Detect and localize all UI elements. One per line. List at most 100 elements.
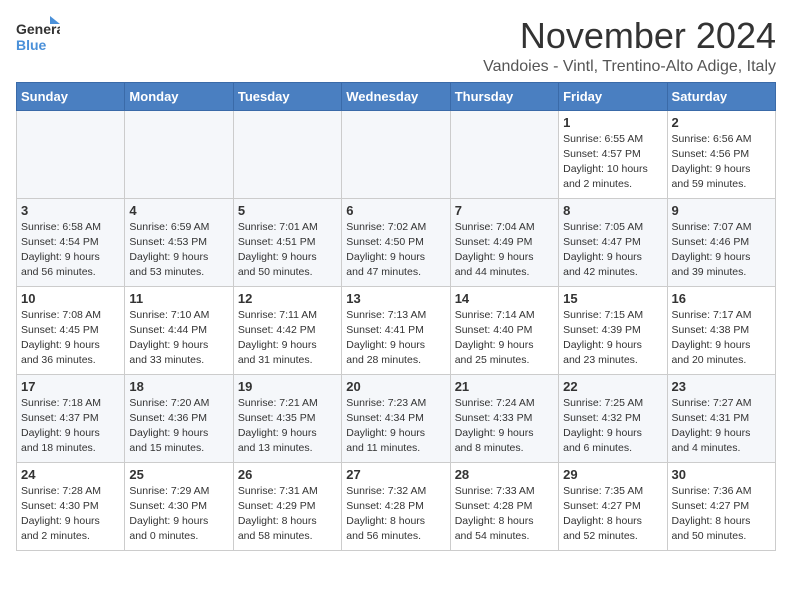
calendar-cell: 25Sunrise: 7:29 AMSunset: 4:30 PMDayligh… [125, 462, 233, 550]
day-info: Sunrise: 7:17 AMSunset: 4:38 PMDaylight:… [672, 308, 771, 369]
day-info: Sunrise: 7:35 AMSunset: 4:27 PMDaylight:… [563, 484, 662, 545]
day-number: 14 [455, 291, 554, 306]
calendar-cell: 8 Sunrise: 7:05 AMSunset: 4:47 PMDaylight… [559, 198, 667, 286]
calendar-cell: 20 Sunrise: 7:23 AMSunset: 4:34 PMDayligh… [342, 374, 450, 462]
logo: General Blue [16, 16, 60, 56]
day-info: Sunrise: 7:24 AMSunset: 4:33 PMDaylight:… [455, 396, 554, 457]
day-info: Sunrise: 7:36 AMSunset: 4:27 PMDaylight:… [672, 484, 771, 545]
calendar: SundayMondayTuesdayWednesdayThursdayFrid… [16, 82, 776, 551]
weekday-header: Thursday [450, 82, 558, 110]
day-number: 28 [455, 467, 554, 482]
calendar-cell: 7 Sunrise: 7:04 AMSunset: 4:49 PMDaylight… [450, 198, 558, 286]
weekday-header: Saturday [667, 82, 775, 110]
calendar-cell: 30 Sunrise: 7:36 AMSunset: 4:27 PMDayligh… [667, 462, 775, 550]
day-number: 13 [346, 291, 445, 306]
day-number: 8 [563, 203, 662, 218]
calendar-cell: 16 Sunrise: 7:17 AMSunset: 4:38 PMDayligh… [667, 286, 775, 374]
day-number: 26 [238, 467, 337, 482]
calendar-cell: 13 Sunrise: 7:13 AMSunset: 4:41 PMDayligh… [342, 286, 450, 374]
calendar-cell: 3 Sunrise: 6:58 AMSunset: 4:54 PMDaylight… [17, 198, 125, 286]
day-number: 7 [455, 203, 554, 218]
day-number: 24 [21, 467, 120, 482]
calendar-cell: 11 Sunrise: 7:10 AMSunset: 4:44 PMDayligh… [125, 286, 233, 374]
calendar-cell: 18 Sunrise: 7:20 AMSunset: 4:36 PMDayligh… [125, 374, 233, 462]
day-number: 4 [129, 203, 228, 218]
calendar-cell: 14 Sunrise: 7:14 AMSunset: 4:40 PMDayligh… [450, 286, 558, 374]
day-info: Sunrise: 7:28 AMSunset: 4:30 PMDaylight:… [21, 484, 120, 545]
day-info: Sunrise: 7:05 AMSunset: 4:47 PMDaylight:… [563, 220, 662, 281]
title-section: November 2024 Vandoies - Vintl, Trentino… [483, 16, 776, 76]
calendar-cell: 17 Sunrise: 7:18 AMSunset: 4:37 PMDayligh… [17, 374, 125, 462]
day-info: Sunrise: 7:08 AMSunset: 4:45 PMDaylight:… [21, 308, 120, 369]
day-number: 15 [563, 291, 662, 306]
day-number: 22 [563, 379, 662, 394]
month-title: November 2024 [483, 16, 776, 56]
day-info: Sunrise: 7:11 AMSunset: 4:42 PMDaylight:… [238, 308, 337, 369]
day-number: 11 [129, 291, 228, 306]
calendar-cell: 10 Sunrise: 7:08 AMSunset: 4:45 PMDayligh… [17, 286, 125, 374]
day-info: Sunrise: 7:23 AMSunset: 4:34 PMDaylight:… [346, 396, 445, 457]
day-number: 19 [238, 379, 337, 394]
calendar-cell [125, 110, 233, 198]
calendar-cell: 24 Sunrise: 7:28 AMSunset: 4:30 PMDayligh… [17, 462, 125, 550]
location-subtitle: Vandoies - Vintl, Trentino-Alto Adige, I… [483, 58, 776, 76]
day-number: 29 [563, 467, 662, 482]
day-info: Sunrise: 7:15 AMSunset: 4:39 PMDaylight:… [563, 308, 662, 369]
day-number: 5 [238, 203, 337, 218]
day-number: 25 [129, 467, 228, 482]
calendar-cell: 28 Sunrise: 7:33 AMSunset: 4:28 PMDayligh… [450, 462, 558, 550]
calendar-cell: 1Sunrise: 6:55 AMSunset: 4:57 PMDaylight… [559, 110, 667, 198]
calendar-cell [233, 110, 341, 198]
day-info: Sunrise: 7:32 AMSunset: 4:28 PMDaylight:… [346, 484, 445, 545]
day-info: Sunrise: 7:27 AMSunset: 4:31 PMDaylight:… [672, 396, 771, 457]
day-info: Sunrise: 7:10 AMSunset: 4:44 PMDaylight:… [129, 308, 228, 369]
weekday-header: Monday [125, 82, 233, 110]
day-number: 6 [346, 203, 445, 218]
calendar-cell: 21 Sunrise: 7:24 AMSunset: 4:33 PMDayligh… [450, 374, 558, 462]
day-number: 20 [346, 379, 445, 394]
day-info: Sunrise: 6:58 AMSunset: 4:54 PMDaylight:… [21, 220, 120, 281]
day-number: 9 [672, 203, 771, 218]
day-info: Sunrise: 7:33 AMSunset: 4:28 PMDaylight:… [455, 484, 554, 545]
day-number: 21 [455, 379, 554, 394]
day-info: Sunrise: 7:14 AMSunset: 4:40 PMDaylight:… [455, 308, 554, 369]
day-info: Sunrise: 6:59 AMSunset: 4:53 PMDaylight:… [129, 220, 228, 281]
calendar-cell: 29 Sunrise: 7:35 AMSunset: 4:27 PMDayligh… [559, 462, 667, 550]
logo-icon: General Blue [16, 16, 60, 56]
day-number: 1 [563, 115, 662, 130]
calendar-cell [342, 110, 450, 198]
day-number: 23 [672, 379, 771, 394]
day-number: 18 [129, 379, 228, 394]
calendar-cell: 9 Sunrise: 7:07 AMSunset: 4:46 PMDaylight… [667, 198, 775, 286]
day-number: 10 [21, 291, 120, 306]
day-number: 16 [672, 291, 771, 306]
day-number: 17 [21, 379, 120, 394]
day-info: Sunrise: 7:31 AMSunset: 4:29 PMDaylight:… [238, 484, 337, 545]
day-info: Sunrise: 7:04 AMSunset: 4:49 PMDaylight:… [455, 220, 554, 281]
calendar-cell: 27 Sunrise: 7:32 AMSunset: 4:28 PMDayligh… [342, 462, 450, 550]
calendar-cell: 23 Sunrise: 7:27 AMSunset: 4:31 PMDayligh… [667, 374, 775, 462]
calendar-cell: 2Sunrise: 6:56 AMSunset: 4:56 PMDaylight… [667, 110, 775, 198]
weekday-header: Tuesday [233, 82, 341, 110]
weekday-header: Wednesday [342, 82, 450, 110]
day-number: 27 [346, 467, 445, 482]
day-info: Sunrise: 7:20 AMSunset: 4:36 PMDaylight:… [129, 396, 228, 457]
calendar-cell: 6 Sunrise: 7:02 AMSunset: 4:50 PMDaylight… [342, 198, 450, 286]
day-info: Sunrise: 7:01 AMSunset: 4:51 PMDaylight:… [238, 220, 337, 281]
day-info: Sunrise: 7:07 AMSunset: 4:46 PMDaylight:… [672, 220, 771, 281]
calendar-cell [17, 110, 125, 198]
weekday-header: Sunday [17, 82, 125, 110]
calendar-cell: 12 Sunrise: 7:11 AMSunset: 4:42 PMDayligh… [233, 286, 341, 374]
calendar-cell: 4 Sunrise: 6:59 AMSunset: 4:53 PMDaylight… [125, 198, 233, 286]
calendar-cell: 19Sunrise: 7:21 AMSunset: 4:35 PMDayligh… [233, 374, 341, 462]
day-info: Sunrise: 7:18 AMSunset: 4:37 PMDaylight:… [21, 396, 120, 457]
calendar-cell: 22Sunrise: 7:25 AMSunset: 4:32 PMDayligh… [559, 374, 667, 462]
calendar-cell [450, 110, 558, 198]
day-info: Sunrise: 7:13 AMSunset: 4:41 PMDaylight:… [346, 308, 445, 369]
day-number: 30 [672, 467, 771, 482]
day-number: 3 [21, 203, 120, 218]
day-number: 12 [238, 291, 337, 306]
day-info: Sunrise: 6:56 AMSunset: 4:56 PMDaylight:… [672, 132, 771, 193]
calendar-cell: 26 Sunrise: 7:31 AMSunset: 4:29 PMDayligh… [233, 462, 341, 550]
day-info: Sunrise: 7:02 AMSunset: 4:50 PMDaylight:… [346, 220, 445, 281]
